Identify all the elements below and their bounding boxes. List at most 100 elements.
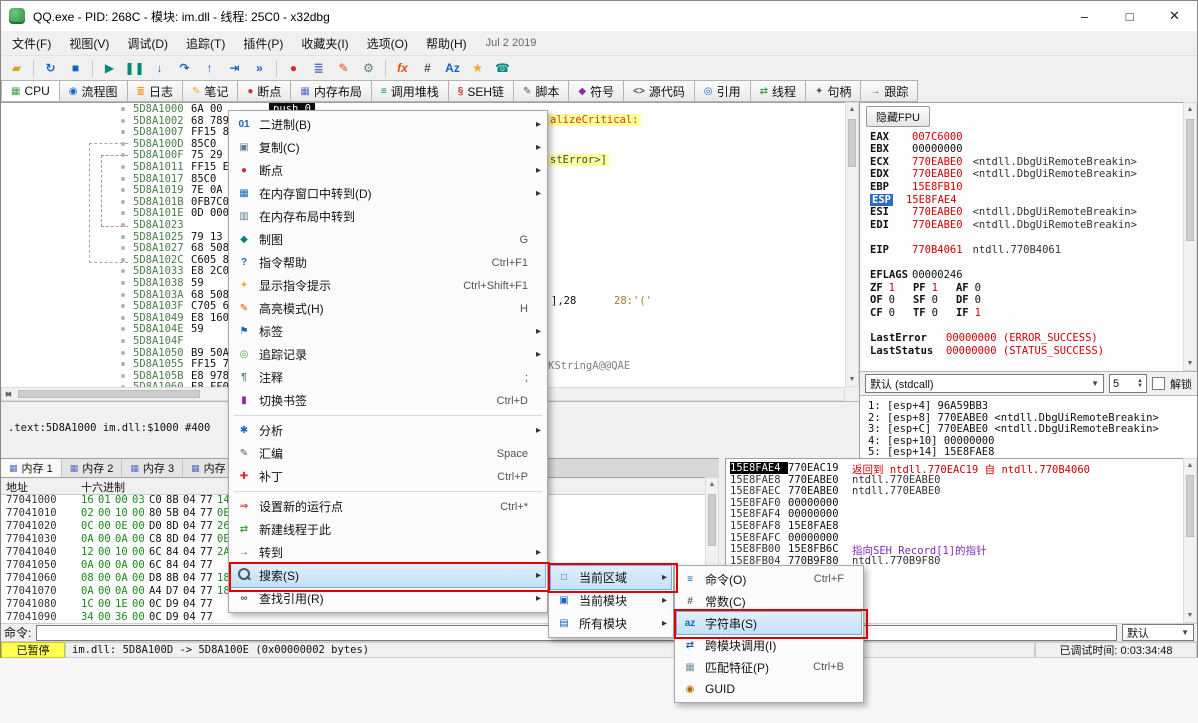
register-row[interactable]: LastError00000000 (ERROR_SUCCESS) [870,332,1179,345]
tab-graph[interactable]: ◉流程图 [60,80,128,102]
help-toolbar-button[interactable]: ☎ [491,58,514,79]
menu-set-new-origin[interactable]: ⇒设置新的运行点Ctrl+* [231,495,545,518]
hash-button[interactable]: # [416,58,439,79]
breakpoint-dot[interactable] [121,165,125,169]
pause-button[interactable]: ❚❚ [123,58,146,79]
tab-references[interactable]: ◎引用 [695,80,751,102]
menu-breakpoint[interactable]: ●断点▸ [231,159,545,182]
settings-button[interactable]: ⚙ [357,58,380,79]
run-to-cursor-button[interactable]: ⇥ [223,58,246,79]
menu-highlighting-mode[interactable]: ✎高亮模式(H)H [231,297,545,320]
registers-vscrollbar[interactable]: ▲ ▼ [1183,102,1197,371]
function-button[interactable]: fx [391,58,414,79]
maximize-button[interactable]: □ [1107,1,1152,31]
tab-handles[interactable]: ✦句柄 [806,80,861,102]
command-profile-select[interactable]: 默认 ▼ [1122,624,1194,641]
scroll-thumb[interactable] [708,494,716,546]
stack-vscrollbar[interactable]: ▲ ▼ [1183,458,1197,623]
unlock-checkbox[interactable] [1152,377,1165,390]
argument-count-stepper[interactable]: 5 ▲▼ [1109,374,1147,393]
breakpoint-dot[interactable] [121,200,125,204]
menu-search[interactable]: 搜索(S)▸ [231,564,545,587]
menu-label[interactable]: ⚑标签▸ [231,320,545,343]
tab-symbols[interactable]: ◆符号 [569,80,624,102]
stack-row[interactable]: 15E8FAF000000000 [730,497,852,509]
menu-string-references[interactable]: az字符串(S) [677,612,861,634]
breakpoint-dot[interactable] [121,246,125,250]
breakpoint-dot[interactable] [121,351,125,355]
menubar-item-7[interactable]: 选项(O) [358,32,417,55]
register-row[interactable]: ESI770EABE0<ntdll.DbgUiRemoteBreakin> [870,206,1179,219]
tab-seh[interactable]: §SEH链 [449,80,514,102]
breakpoint-dot[interactable] [121,304,125,308]
stack-row[interactable]: 15E8FAE4770EAC19返回到 ntdll.770EAC19 自 ntd… [730,462,1090,474]
tab-dump-3[interactable]: ▦内存 3 [122,459,183,477]
scroll-up-icon[interactable]: ▲ [1184,103,1196,116]
menubar-item-4[interactable]: 追踪(T) [177,32,234,55]
register-row[interactable]: ZF1PF1AF0 [870,281,1179,294]
scroll-up-icon[interactable]: ▲ [706,478,718,491]
argument-row[interactable]: 2: [esp+8] 770EABE0 <ntdll.DbgUiRemoteBr… [868,412,1159,424]
breakpoint-dot[interactable] [121,188,125,192]
register-row[interactable]: OF0SF0DF0 [870,294,1179,307]
stop-button[interactable]: ■ [64,58,87,79]
spinner-arrows-icon[interactable]: ▲▼ [1137,379,1143,389]
register-row[interactable]: EFLAGS00000246 [870,269,1179,282]
patch-toolbar-button[interactable]: ✎ [332,58,355,79]
breakpoint-dot[interactable] [121,119,125,123]
register-row[interactable]: CF0TF0IF1 [870,306,1179,319]
menu-current-region[interactable]: □当前区域▸ [551,566,671,589]
menu-pattern[interactable]: ▦匹配特征(P)Ctrl+B [677,656,861,678]
menu-follow-in-dump[interactable]: ▦在内存窗口中转到(D)▸ [231,182,545,205]
step-out-button[interactable]: ↑ [198,58,221,79]
step-into-button[interactable]: ↓ [148,58,171,79]
breakpoint-dot[interactable] [121,269,125,273]
menubar-item-1[interactable]: 文件(F) [3,32,60,55]
scroll-thumb[interactable] [18,390,200,398]
stack-row[interactable]: 15E8FAFC00000000 [730,532,852,544]
hide-fpu-button[interactable]: 隐藏FPU [866,106,930,127]
scroll-thumb[interactable] [1186,475,1194,537]
breakpoint-dot[interactable] [121,258,125,262]
breakpoint-dot[interactable] [121,130,125,134]
argument-row[interactable]: 3: [esp+C] 770EABE0 <ntdll.DbgUiRemoteBr… [868,423,1159,435]
menu-trace-record[interactable]: ◎追踪记录▸ [231,343,545,366]
tab-source[interactable]: <>源代码 [624,80,695,102]
disasm-vscrollbar[interactable]: ▲ ▼ [845,102,859,387]
tab-cpu[interactable]: ▦CPU [1,80,60,102]
scroll-down-icon[interactable]: ▼ [846,373,858,386]
scroll-thumb[interactable] [848,119,856,167]
breakpoint-dot[interactable] [121,211,125,215]
close-button[interactable]: ✕ [1152,1,1197,31]
breakpoint-dot[interactable] [121,316,125,320]
tab-log[interactable]: ≣日志 [128,80,183,102]
register-row[interactable]: EBX00000000 [870,143,1179,156]
register-row[interactable]: ECX770EABE0<ntdll.DbgUiRemoteBreakin> [870,155,1179,168]
breakpoint-dot[interactable] [121,235,125,239]
log-toolbar-button[interactable]: ≣ [307,58,330,79]
tab-call-stack[interactable]: ≡调用堆栈 [372,80,449,102]
register-row[interactable]: EDI770EABE0<ntdll.DbgUiRemoteBreakin> [870,218,1179,231]
stack-row[interactable]: 15E8FB0015E8FB6C指向SEH_Record[1]的指针 [730,543,987,555]
scroll-up-icon[interactable]: ▲ [846,103,858,116]
tab-memory-map[interactable]: ▦内存布局 [291,80,371,102]
register-row[interactable]: EAX007C6000 [870,130,1179,143]
argument-row[interactable]: 5: [esp+14] 15E8FAE8 [868,446,994,458]
menu-instruction-help[interactable]: ?指令帮助Ctrl+F1 [231,251,545,274]
strings-button[interactable]: Az [441,58,464,79]
step-over-button[interactable]: ↷ [173,58,196,79]
menu-constant[interactable]: #常数(C) [677,590,861,612]
breakpoint-dot[interactable] [121,223,125,227]
menu-toggle-bookmark[interactable]: ▮切换书签Ctrl+D [231,389,545,412]
menu-guid[interactable]: ◉GUID [677,678,861,700]
menu-find-references[interactable]: ∞查找引用(R)▸ [231,587,545,610]
argument-row[interactable]: 4: [esp+10] 00000000 [868,435,994,447]
menu-create-thread-here[interactable]: ⇄新建线程于此 [231,518,545,541]
breakpoint-dot[interactable] [121,177,125,181]
menu-comment[interactable]: ¶注释; [231,366,545,389]
argument-row[interactable]: 1: [esp+4] 96A59BB3 [868,400,988,412]
menu-command[interactable]: ≡命令(O)Ctrl+F [677,568,861,590]
breakpoint-dot[interactable] [121,142,125,146]
register-row[interactable]: ESP15E8FAE4 [870,193,1179,206]
register-row[interactable]: EIP770B4061ntdll.770B4061 [870,243,1179,256]
